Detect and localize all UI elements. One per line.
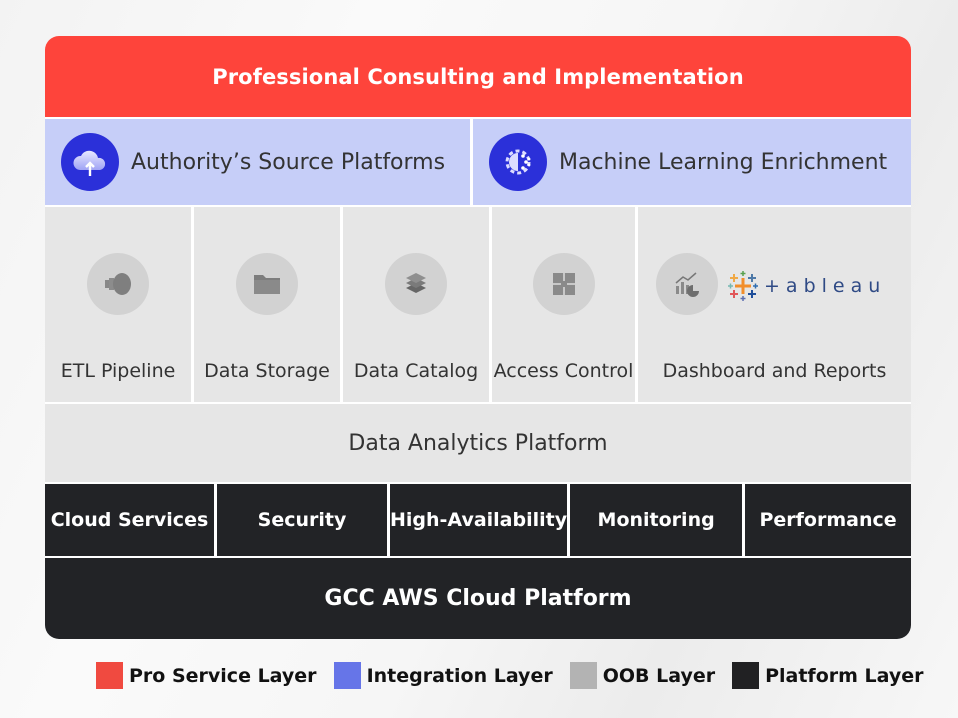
folder-icon <box>236 253 298 315</box>
legend-swatch <box>333 662 361 689</box>
chart-icon <box>656 253 718 315</box>
oob-label: ETL Pipeline <box>60 360 176 382</box>
legend-item-platform: Platform Layer <box>732 662 924 689</box>
platform-high-availability: High-Availability <box>390 484 568 556</box>
architecture-diagram: Professional Consulting and Implementati… <box>45 36 911 639</box>
ai-gear-icon <box>489 133 547 191</box>
oob-access-control: Access Control <box>492 207 635 402</box>
legend-swatch <box>96 662 123 689</box>
legend-label: Pro Service Layer <box>129 664 317 687</box>
legend-label: Platform Layer <box>765 664 924 687</box>
oob-label: Dashboard and Reports <box>662 360 887 382</box>
oob-label: Access Control <box>493 360 634 382</box>
integration-label: Machine Learning Enrichment <box>559 149 888 175</box>
puzzle-icon <box>532 253 595 315</box>
legend-swatch <box>569 662 597 689</box>
integration-label: Authority’s Source Platforms <box>131 149 446 175</box>
platform-cloud-services: Cloud Services <box>45 484 214 556</box>
legend-item-integration: Integration Layer <box>333 662 553 689</box>
oob-layer: ETL Pipeline Data Storage Data Catalog A… <box>45 207 911 402</box>
platform-monitoring: Monitoring <box>570 484 743 556</box>
integration-ml-enrichment: Machine Learning Enrichment <box>473 119 911 205</box>
tableau-cross-icon <box>728 271 758 301</box>
oob-label: Data Catalog <box>353 360 479 382</box>
tableau-logo: +ableau <box>726 269 886 303</box>
platform-services-layer: Cloud Services Security High-Availabilit… <box>45 484 911 556</box>
cloud-platform-layer: GCC AWS Cloud Platform <box>45 558 911 639</box>
legend-item-oob: OOB Layer <box>569 662 716 689</box>
data-analytics-title: Data Analytics Platform <box>348 430 608 456</box>
legend: Pro Service Layer Integration Layer OOB … <box>96 662 941 689</box>
cloud-upload-icon <box>61 133 119 191</box>
tableau-wordmark: +ableau <box>764 275 887 297</box>
oob-data-storage: Data Storage <box>194 207 340 402</box>
legend-label: Integration Layer <box>366 664 553 687</box>
pipeline-icon <box>87 253 149 315</box>
oob-dashboard-reports: +ableau Dashboard and Reports <box>638 207 911 402</box>
legend-label: OOB Layer <box>602 664 716 687</box>
oob-data-catalog: Data Catalog <box>343 207 489 402</box>
pro-service-layer: Professional Consulting and Implementati… <box>45 36 911 117</box>
oob-etl-pipeline: ETL Pipeline <box>45 207 191 402</box>
data-analytics-platform: Data Analytics Platform <box>45 404 911 482</box>
legend-item-pro-service: Pro Service Layer <box>96 662 317 689</box>
cloud-platform-title: GCC AWS Cloud Platform <box>324 586 632 611</box>
oob-label: Data Storage <box>204 360 330 382</box>
layers-icon <box>385 253 447 315</box>
integration-layer: Authority’s Source Platforms Machine Lea… <box>45 119 911 205</box>
integration-source-platforms: Authority’s Source Platforms <box>45 119 470 205</box>
platform-security: Security <box>217 484 387 556</box>
legend-swatch <box>732 662 760 689</box>
pro-service-title: Professional Consulting and Implementati… <box>212 64 744 89</box>
platform-performance: Performance <box>745 484 911 556</box>
